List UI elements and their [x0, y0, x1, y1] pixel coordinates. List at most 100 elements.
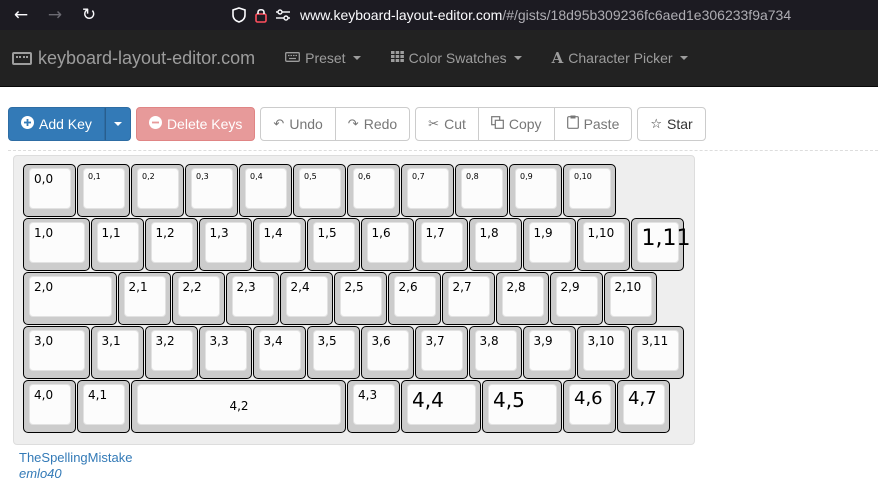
- key-cap: 3,3: [204, 330, 247, 371]
- caret-down-icon: [513, 56, 522, 60]
- key-row3-5[interactable]: 3,5: [306, 326, 360, 379]
- key-row0-4[interactable]: 0,4: [239, 164, 292, 217]
- key-row1-0[interactable]: 1,0: [23, 218, 90, 271]
- key-row1-7[interactable]: 1,7: [414, 218, 468, 271]
- key-row4-5[interactable]: 4,5: [482, 380, 562, 433]
- key-row2-6[interactable]: 2,6: [387, 272, 441, 325]
- key-row4-1[interactable]: 4,1: [77, 380, 130, 433]
- key-row1-3[interactable]: 1,3: [198, 218, 252, 271]
- key-row3-10[interactable]: 3,10: [576, 326, 630, 379]
- brand-link[interactable]: keyboard-layout-editor.com: [12, 48, 255, 69]
- key-cap: 1,11: [636, 222, 690, 263]
- key-row4-7[interactable]: 4,7: [617, 380, 670, 433]
- key-row1-11[interactable]: 1,11: [630, 218, 690, 271]
- author-link[interactable]: TheSpellingMistake: [19, 450, 132, 465]
- key-row1-9[interactable]: 1,9: [522, 218, 576, 271]
- key-row1-6[interactable]: 1,6: [360, 218, 414, 271]
- key-row2-8[interactable]: 2,8: [495, 272, 549, 325]
- clipboard-icon: [566, 115, 579, 133]
- key-row0-10[interactable]: 0,10: [563, 164, 616, 217]
- key-row3-8[interactable]: 3,8: [468, 326, 522, 379]
- key-row3-9[interactable]: 3,9: [522, 326, 576, 379]
- key-cap: 0,8: [461, 168, 503, 209]
- delete-keys-button[interactable]: Delete Keys: [135, 107, 256, 141]
- key-row4-4[interactable]: 4,4: [401, 380, 481, 433]
- lock-warning-icon[interactable]: [250, 4, 272, 26]
- key-cap: 0,0: [29, 168, 71, 209]
- color-swatches-menu[interactable]: Color Swatches: [390, 50, 522, 66]
- key-row0-7[interactable]: 0,7: [401, 164, 454, 217]
- paste-button[interactable]: Paste: [553, 107, 633, 141]
- key-row3-1[interactable]: 3,1: [90, 326, 144, 379]
- key-cap: 3,0: [29, 330, 85, 371]
- key-row3-11[interactable]: 3,11: [630, 326, 684, 379]
- key-label: 3,7: [425, 334, 445, 348]
- key-label: 1,8: [479, 226, 499, 240]
- key-row2-2[interactable]: 2,2: [171, 272, 225, 325]
- back-icon[interactable]: ←: [8, 2, 34, 28]
- copy-button[interactable]: Copy: [477, 107, 555, 141]
- key-row3-6[interactable]: 3,6: [360, 326, 414, 379]
- key-label: 4,2: [229, 399, 249, 413]
- star-button[interactable]: ☆ Star: [637, 107, 706, 141]
- cut-button[interactable]: ✂ Cut: [415, 107, 479, 141]
- key-row4-2[interactable]: 4,2: [131, 380, 346, 433]
- key-row4-6[interactable]: 4,6: [563, 380, 616, 433]
- redo-button[interactable]: ↷ Redo: [334, 107, 411, 141]
- permissions-icon[interactable]: [272, 4, 294, 26]
- undo-button[interactable]: ↶ Undo: [260, 107, 336, 141]
- reload-icon[interactable]: ↻: [76, 2, 102, 28]
- key-row3-3[interactable]: 3,3: [198, 326, 252, 379]
- key-row1-8[interactable]: 1,8: [468, 218, 522, 271]
- key-cap: 1,6: [366, 222, 409, 263]
- key-row2-10[interactable]: 2,10: [603, 272, 657, 325]
- key-label: 0,6: [358, 172, 371, 181]
- key-label: 0,0: [34, 172, 54, 186]
- key-row3-4[interactable]: 3,4: [252, 326, 306, 379]
- character-picker-menu[interactable]: A Character Picker: [552, 49, 688, 67]
- url-text[interactable]: www.keyboard-layout-editor.com/#/gists/1…: [300, 7, 791, 23]
- key-row2-1[interactable]: 2,1: [117, 272, 171, 325]
- key-row1-1[interactable]: 1,1: [90, 218, 144, 271]
- add-key-button[interactable]: Add Key: [8, 107, 105, 141]
- key-row0-3[interactable]: 0,3: [185, 164, 238, 217]
- key-row1-10[interactable]: 1,10: [576, 218, 630, 271]
- key-row0-1[interactable]: 0,1: [77, 164, 130, 217]
- preset-menu[interactable]: Preset: [285, 50, 361, 66]
- forward-icon[interactable]: →: [42, 2, 68, 28]
- key-row0-9[interactable]: 0,9: [509, 164, 562, 217]
- add-key-dropdown-button[interactable]: [104, 107, 131, 141]
- key-row4-3[interactable]: 4,3: [347, 380, 400, 433]
- key-row1-5[interactable]: 1,5: [306, 218, 360, 271]
- key-row0-0[interactable]: 0,0: [23, 164, 76, 217]
- redo-label: Redo: [363, 116, 398, 132]
- key-row0-5[interactable]: 0,5: [293, 164, 346, 217]
- key-row3-0[interactable]: 3,0: [23, 326, 90, 379]
- key-row0-6[interactable]: 0,6: [347, 164, 400, 217]
- key-label: 1,6: [371, 226, 391, 240]
- key-row0-2[interactable]: 0,2: [131, 164, 184, 217]
- key-row1-2[interactable]: 1,2: [144, 218, 198, 271]
- key-row2-9[interactable]: 2,9: [549, 272, 603, 325]
- key-row1-4[interactable]: 1,4: [252, 218, 306, 271]
- key-label: 2,4: [290, 280, 310, 294]
- key-label: 1,2: [155, 226, 175, 240]
- key-row2-3[interactable]: 2,3: [225, 272, 279, 325]
- key-row2-7[interactable]: 2,7: [441, 272, 495, 325]
- key-row3-2[interactable]: 3,2: [144, 326, 198, 379]
- key-row3-7[interactable]: 3,7: [414, 326, 468, 379]
- key-cap: 0,7: [407, 168, 449, 209]
- color-swatches-label: Color Swatches: [408, 50, 507, 66]
- key-cap: 2,3: [231, 276, 274, 317]
- address-bar[interactable]: www.keyboard-layout-editor.com/#/gists/1…: [228, 3, 791, 27]
- key-row2-0[interactable]: 2,0: [23, 272, 117, 325]
- key-cap: 1,0: [29, 222, 85, 263]
- shield-icon[interactable]: [228, 4, 250, 26]
- key-row2-4[interactable]: 2,4: [279, 272, 333, 325]
- key-row0-8[interactable]: 0,8: [455, 164, 508, 217]
- key-row4-0[interactable]: 4,0: [23, 380, 76, 433]
- key-label: 4,6: [574, 388, 603, 409]
- key-label: 2,6: [398, 280, 418, 294]
- undo-icon: ↶: [273, 116, 285, 132]
- key-row2-5[interactable]: 2,5: [333, 272, 387, 325]
